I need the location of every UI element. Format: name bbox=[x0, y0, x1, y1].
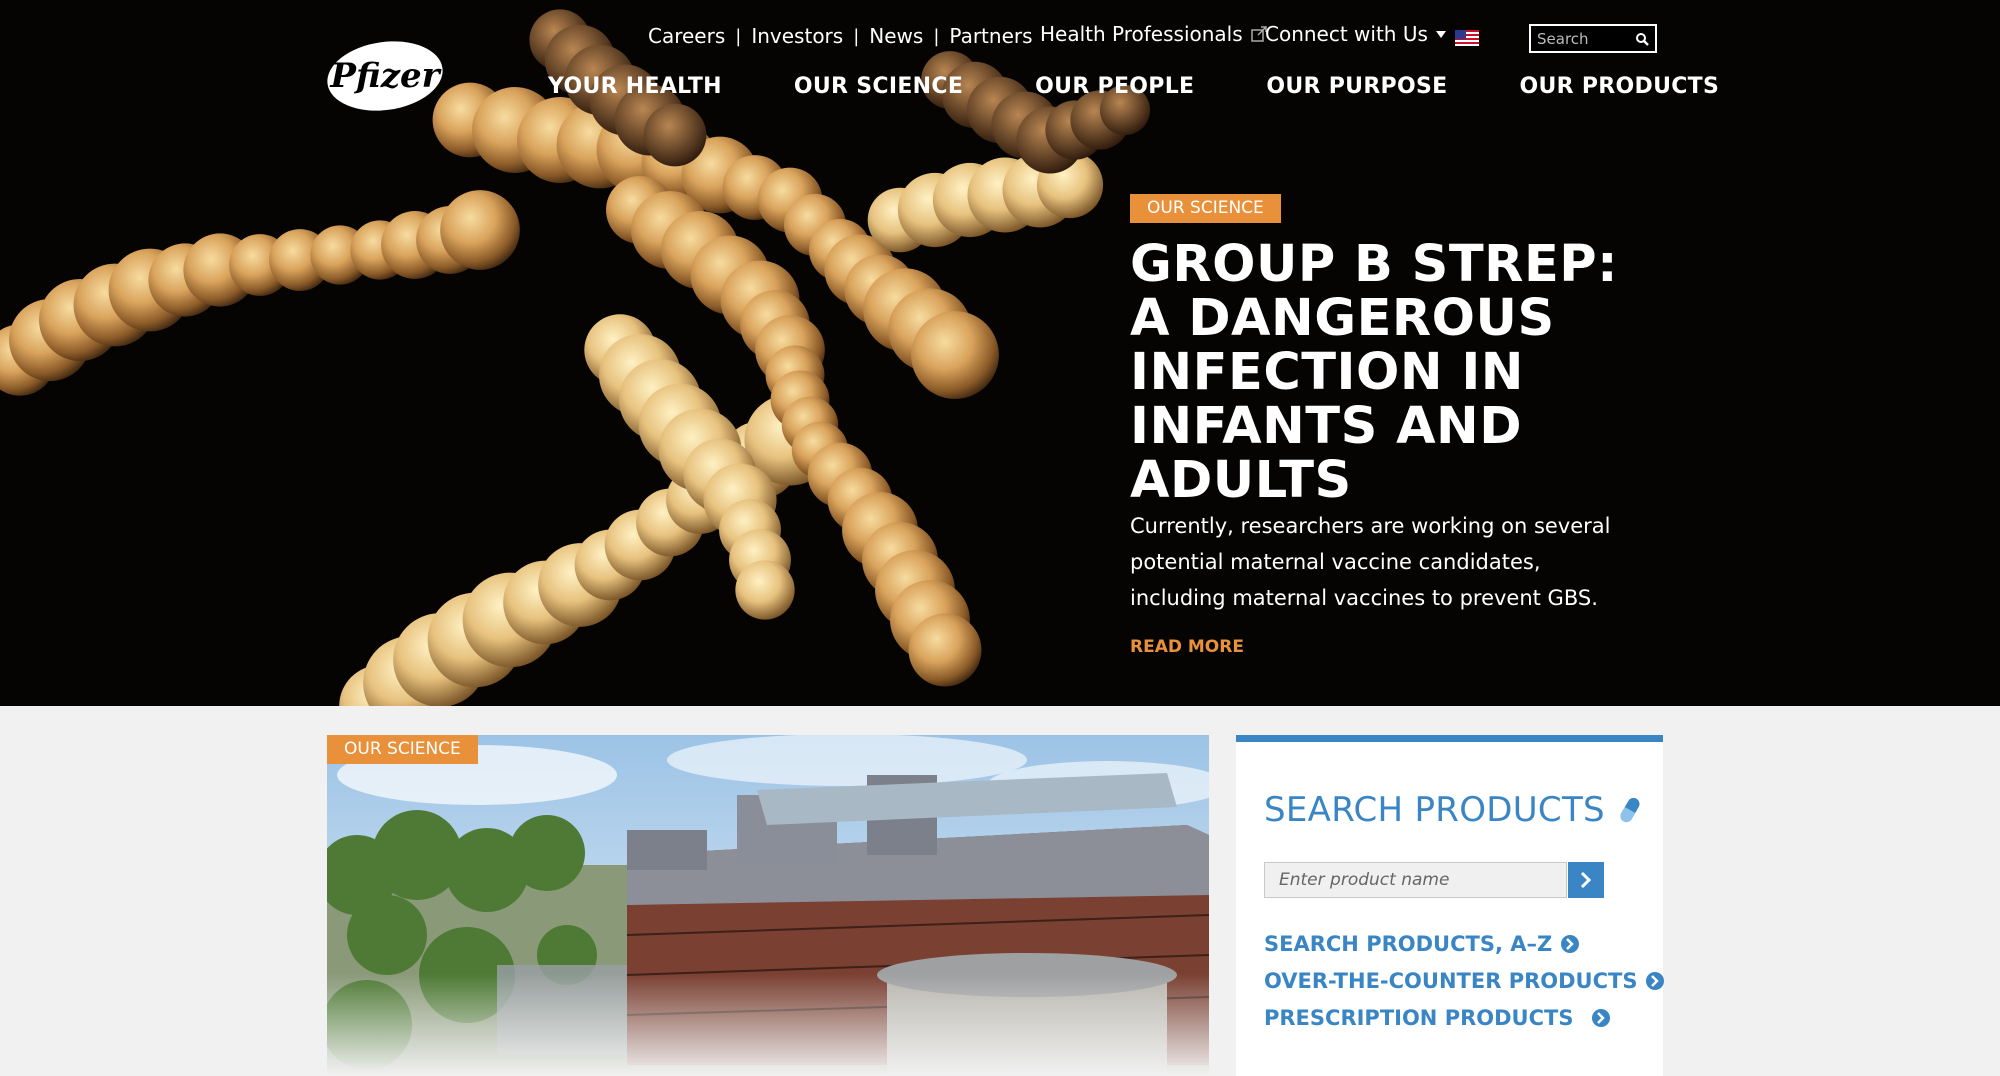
prescription-products-link[interactable]: PRESCRIPTION PRODUCTS bbox=[1264, 1006, 1611, 1030]
search-products-heading: SEARCH PRODUCTS bbox=[1264, 790, 1605, 830]
search-products-az-link[interactable]: SEARCH PRODUCTS, A–Z bbox=[1264, 932, 1580, 956]
link-label: PRESCRIPTION PRODUCTS bbox=[1264, 1006, 1574, 1030]
chevron-down-icon bbox=[1435, 30, 1446, 38]
arrow-circle-right-icon bbox=[1561, 935, 1580, 953]
hero-headline[interactable]: GROUP B STREP: A DANGEROUS INFECTION IN … bbox=[1130, 238, 1690, 508]
separator: | bbox=[933, 25, 940, 47]
bacteria-cell bbox=[643, 103, 707, 167]
arrow-circle-right-icon bbox=[1592, 1009, 1611, 1027]
hero-headline-line: INFECTION IN bbox=[1130, 343, 1524, 402]
nav-link-careers[interactable]: Careers bbox=[648, 24, 725, 48]
main-nav-your-health[interactable]: YOUR HEALTH bbox=[548, 74, 722, 99]
site-search-input[interactable] bbox=[1531, 26, 1631, 51]
bacteria-cell bbox=[911, 311, 999, 399]
main-nav-our-products[interactable]: OUR PRODUCTS bbox=[1519, 74, 1719, 99]
separator: | bbox=[735, 25, 742, 47]
nav-link-news[interactable]: News bbox=[869, 24, 923, 48]
hero-headline-line: A DANGEROUS bbox=[1130, 289, 1555, 348]
feature-card-category-tag[interactable]: OUR SCIENCE bbox=[327, 735, 478, 764]
main-nav-our-people[interactable]: OUR PEOPLE bbox=[1035, 74, 1194, 99]
research-building-photo bbox=[327, 735, 1209, 1076]
hero-headline-line: ADULTS bbox=[1130, 451, 1352, 510]
connect-with-us-dropdown[interactable]: Connect with Us bbox=[1265, 22, 1446, 46]
us-flag-icon[interactable] bbox=[1455, 30, 1479, 46]
hero-headline-line: INFANTS AND bbox=[1130, 397, 1523, 456]
pfizer-logo[interactable]: Pfizer bbox=[325, 38, 445, 114]
nav-link-investors[interactable]: Investors bbox=[751, 24, 843, 48]
nav-link-partners[interactable]: Partners bbox=[949, 24, 1032, 48]
hero-category-tag[interactable]: OUR SCIENCE bbox=[1130, 194, 1281, 223]
site-search bbox=[1529, 24, 1657, 53]
search-products-panel: SEARCH PRODUCTS SEARCH PRODUCTS, A–Z OVE… bbox=[1236, 735, 1665, 1076]
separator: | bbox=[853, 25, 860, 47]
hero-description: Currently, researchers are working on se… bbox=[1130, 514, 1611, 610]
search-products-title: SEARCH PRODUCTS bbox=[1264, 790, 1641, 830]
chevron-right-icon bbox=[1580, 871, 1592, 889]
bacteria-cell bbox=[735, 560, 795, 620]
bacteria-cell bbox=[440, 190, 520, 270]
bacteria-cell bbox=[908, 613, 982, 687]
product-search-button[interactable] bbox=[1568, 862, 1604, 898]
search-button[interactable] bbox=[1631, 26, 1653, 51]
main-nav: YOUR HEALTH OUR SCIENCE OUR PEOPLE OUR P… bbox=[548, 74, 1719, 99]
link-label: OVER-THE-COUNTER PRODUCTS bbox=[1264, 969, 1638, 993]
otc-products-link[interactable]: OVER-THE-COUNTER PRODUCTS bbox=[1264, 969, 1665, 993]
main-nav-our-purpose[interactable]: OUR PURPOSE bbox=[1266, 74, 1447, 99]
pill-icon bbox=[1620, 797, 1640, 823]
hero-headline-line: GROUP B STREP: bbox=[1130, 235, 1619, 294]
search-icon bbox=[1636, 32, 1649, 46]
health-professionals-label: Health Professionals bbox=[1040, 22, 1243, 46]
link-label: SEARCH PRODUCTS, A–Z bbox=[1264, 932, 1553, 956]
utility-nav: Careers | Investors | News | Partners bbox=[648, 22, 1033, 50]
bacteria-chain-illustration bbox=[0, 9, 1151, 706]
svg-text:Pfizer: Pfizer bbox=[329, 56, 441, 96]
connect-label: Connect with Us bbox=[1265, 22, 1428, 46]
health-professionals-link[interactable]: Health Professionals bbox=[1040, 22, 1267, 46]
arrow-circle-right-icon bbox=[1646, 972, 1665, 990]
hero-banner: Pfizer Careers | Investors | News | Part… bbox=[0, 0, 2000, 706]
main-nav-our-science[interactable]: OUR SCIENCE bbox=[794, 74, 963, 99]
product-name-input[interactable] bbox=[1264, 862, 1567, 898]
read-more-link[interactable]: READ MORE bbox=[1130, 637, 1244, 657]
feature-card-image[interactable] bbox=[327, 735, 1209, 1076]
